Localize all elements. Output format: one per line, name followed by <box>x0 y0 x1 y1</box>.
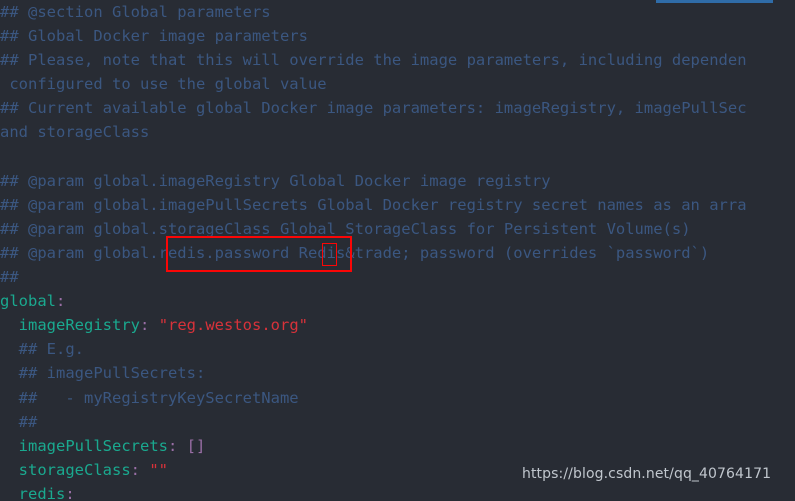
comment-text: ## @param global.storageClass Global Sto… <box>0 219 691 238</box>
value-space <box>149 316 158 334</box>
comment-text: ## - myRegistryKeySecretName <box>0 388 299 407</box>
code-line[interactable]: ## Please, note that this will override … <box>0 48 795 72</box>
code-line[interactable]: ## @param global.imageRegistry Global Do… <box>0 169 795 193</box>
code-line[interactable]: ## @param global.redis.password Redis&tr… <box>0 241 795 265</box>
comment-text: ## <box>0 268 19 287</box>
code-line[interactable]: global: <box>0 289 795 313</box>
comment-text: ## Please, note that this will override … <box>0 51 747 70</box>
value-space <box>140 461 149 479</box>
watermark-url: https://blog.csdn.net/qq_40764171 <box>522 466 772 482</box>
yaml-value[interactable]: "reg.westos.org" <box>159 316 308 334</box>
yaml-key[interactable]: global <box>0 292 56 310</box>
code-line[interactable] <box>0 145 795 169</box>
comment-text: configured to use the global value <box>0 75 327 94</box>
yaml-colon: : <box>56 292 66 311</box>
yaml-colon: : <box>130 460 140 479</box>
yaml-colon: : <box>167 436 178 455</box>
code-line[interactable]: ## E.g. <box>0 337 795 361</box>
code-line[interactable]: ## - myRegistryKeySecretName <box>0 386 795 410</box>
yaml-colon: : <box>65 484 75 501</box>
yaml-key[interactable]: storageClass <box>19 461 131 479</box>
code-line[interactable]: configured to use the global value <box>0 72 795 96</box>
comment-text: ## Global Docker image parameters <box>0 27 308 46</box>
code-line[interactable]: imagePullSecrets: [] <box>0 434 795 458</box>
code-line[interactable]: ## Current available global Docker image… <box>0 96 795 120</box>
yaml-value[interactable]: "" <box>149 461 168 479</box>
comment-text: and storageClass <box>0 123 150 142</box>
yaml-key[interactable]: redis <box>19 485 66 501</box>
comment-text: ## E.g. <box>0 340 84 359</box>
comment-text: ## imagePullSecrets: <box>0 364 206 383</box>
comment-text: ## @section Global parameters <box>0 3 271 21</box>
code-line[interactable]: ## Global Docker image parameters <box>0 24 795 48</box>
code-line[interactable]: ## <box>0 410 795 434</box>
code-line[interactable]: ## @param global.imagePullSecrets Global… <box>0 193 795 217</box>
comment-text: ## Current available global Docker image… <box>0 99 747 118</box>
value-space <box>177 437 186 455</box>
yaml-value[interactable]: [] <box>187 437 206 455</box>
yaml-colon: : <box>140 316 150 335</box>
code-line[interactable]: ## @section Global parameters <box>0 0 795 24</box>
yaml-code-view[interactable]: ## @section Global parameters ## Global D… <box>0 0 795 501</box>
yaml-key[interactable]: imageRegistry <box>19 316 140 334</box>
code-line[interactable]: imageRegistry: "reg.westos.org" <box>0 313 795 337</box>
comment-text: ## @param global.imagePullSecrets Global… <box>0 195 747 214</box>
comment-text: ## @param global.imageRegistry Global Do… <box>0 171 551 190</box>
editor-screen: ## @section Global parameters ## Global D… <box>0 0 795 501</box>
yaml-key[interactable]: imagePullSecrets <box>19 437 168 455</box>
comment-text: ## <box>0 412 38 431</box>
code-line[interactable]: ## @param global.storageClass Global Sto… <box>0 217 795 241</box>
code-line[interactable]: ## <box>0 265 795 289</box>
code-line[interactable]: ## imagePullSecrets: <box>0 361 795 385</box>
code-line[interactable]: and storageClass <box>0 120 795 144</box>
comment-text: ## @param global.redis.password Redis&tr… <box>0 243 710 262</box>
